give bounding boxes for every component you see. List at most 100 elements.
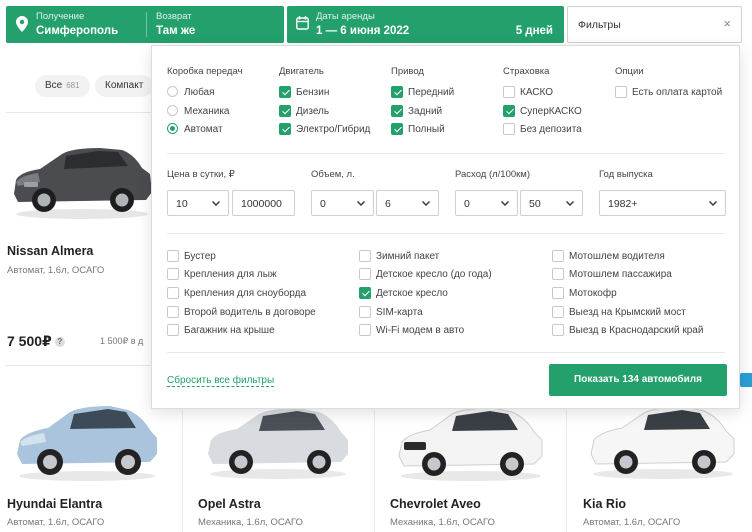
checkbox[interactable] [391,123,403,135]
checkbox[interactable] [167,250,179,262]
checkbox-label: Зимний пакет [376,251,440,262]
checkbox[interactable] [552,250,564,262]
checkbox-label: Есть оплата картой [632,87,723,98]
dates-value: 1 — 6 июня 2022 [316,25,410,37]
price-title: Цена в сутки, ₽ [167,169,235,180]
checkbox[interactable] [615,86,627,98]
consumption-title: Расход (л/100км) [455,169,531,180]
car-name[interactable]: Kia Rio [583,497,626,511]
year-select[interactable]: 1982+ [599,190,726,216]
show-results-button[interactable]: Показать 134 автомобиля [549,364,727,396]
checkbox[interactable] [552,287,564,299]
car-name[interactable]: Hyundai Elantra [7,497,102,511]
checkbox-label: КАСКО [520,87,553,98]
checkbox[interactable] [552,268,564,280]
car-image-kia-rio [590,406,735,479]
checkbox-label: Бензин [296,87,330,98]
price-to-input[interactable]: 1000000 [232,190,295,216]
volume-from-select[interactable]: 0 [311,190,374,216]
select-value: 0 [464,198,470,210]
checkbox-label: SIM-карта [376,307,423,318]
checkbox-label: Мотошлем пассажира [569,269,672,280]
car-name[interactable]: Opel Astra [198,497,261,511]
select-value: 6 [385,198,391,210]
checkbox[interactable] [279,105,291,117]
chip-label: Все [45,80,63,91]
pickup-label: Получение [36,11,85,22]
checkbox[interactable] [279,123,291,135]
category-chip-compact[interactable]: Компакт [95,75,154,97]
checkbox[interactable] [167,268,179,280]
return-label: Возврат [156,11,192,22]
return-value[interactable]: Там же [156,25,195,37]
category-chip-all[interactable]: Все 681 [35,75,90,97]
checkbox-label: Крепления для сноуборда [184,288,307,299]
checkbox-label: Wi-Fi модем в авто [376,325,465,336]
checkbox[interactable] [359,306,371,318]
pickup-value[interactable]: Симферополь [36,25,118,37]
checkbox-label: Багажник на крыше [184,325,275,336]
radio-button[interactable] [167,86,178,97]
checkbox-label: Задний [408,106,443,117]
select-value: 10 [176,198,188,210]
select-value: 50 [529,198,541,210]
consumption-to-select[interactable]: 50 [520,190,583,216]
divider [6,112,151,113]
divider [167,233,725,234]
chevron-down-icon [357,201,365,206]
divider [182,410,183,532]
checkbox[interactable] [359,250,371,262]
close-icon[interactable]: × [723,16,731,31]
checkbox-label: Бустер [184,251,216,262]
checkbox[interactable] [552,324,564,336]
days-count: 5 дней [515,25,553,37]
chevron-down-icon [212,201,220,206]
checkbox[interactable] [167,287,179,299]
side-tab[interactable] [740,373,752,387]
reset-filters-link[interactable]: Сбросить все фильтры [167,375,275,387]
drive-title: Привод [391,66,424,77]
price-from-select[interactable]: 10 [167,190,229,216]
car-spec: Механика, 1.6л, ОСАГО [198,517,303,528]
checkbox[interactable] [503,123,515,135]
help-icon[interactable]: ? [54,337,65,348]
checkbox[interactable] [167,306,179,318]
map-pin-icon [16,16,28,32]
checkbox[interactable] [391,86,403,98]
radio-label: Любая [184,87,215,98]
car-spec: Автомат, 1.6л, ОСАГО [7,265,105,276]
checkbox[interactable] [359,287,371,299]
checkbox[interactable] [391,105,403,117]
checkbox[interactable] [167,324,179,336]
consumption-from-select[interactable]: 0 [455,190,518,216]
dates-selector[interactable]: Даты аренды 1 — 6 июня 2022 5 дней [287,6,564,43]
checkbox-label: Электро/Гибрид [296,124,371,135]
select-value: 1982+ [608,198,638,210]
checkbox[interactable] [552,306,564,318]
checkbox[interactable] [503,105,515,117]
radio-button[interactable] [167,105,178,116]
filters-toggle[interactable]: Фильтры × [567,6,742,43]
car-name[interactable]: Chevrolet Aveo [390,497,481,511]
chip-label: Компакт [105,80,144,91]
checkbox-label: Крепления для лыж [184,269,277,280]
car-name[interactable]: Nissan Almera [7,244,93,258]
price-per-day: 1 500₽ в д [100,336,144,346]
location-selector[interactable]: Получение Симферополь Возврат Там же [6,6,284,43]
checkbox-label: Выезд в Краснодарский край [569,325,704,336]
filters-label: Фильтры [578,19,621,31]
checkbox[interactable] [503,86,515,98]
volume-title: Объем, л. [311,169,355,180]
checkbox[interactable] [359,324,371,336]
engine-title: Двигатель [279,66,324,77]
checkbox[interactable] [279,86,291,98]
radio-button[interactable] [167,123,178,134]
checkbox-label: Передний [408,87,455,98]
car-image-opel-astra [208,408,348,479]
car-spec: Автомат, 1.6л, ОСАГО [7,517,105,528]
volume-to-select[interactable]: 6 [376,190,439,216]
transmission-title: Коробка передач [167,66,243,77]
checkbox[interactable] [359,268,371,280]
checkbox-label: Мотокофр [569,288,617,299]
radio-label: Автомат [184,124,223,135]
